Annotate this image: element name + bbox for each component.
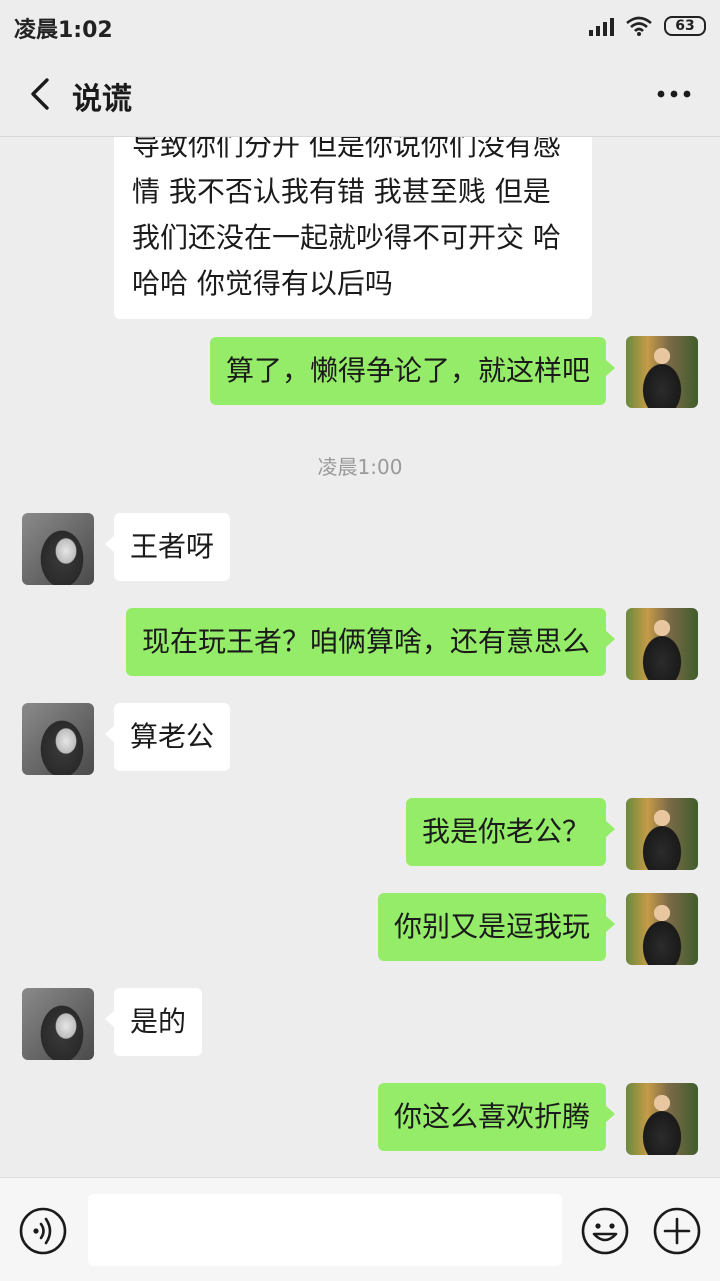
message-input[interactable] <box>88 1194 562 1266</box>
emoji-icon <box>581 1207 629 1255</box>
more-functions-button[interactable] <box>652 1206 702 1256</box>
nav-bar: 说谎 <box>0 52 720 137</box>
voice-icon <box>19 1207 67 1255</box>
contact-avatar[interactable] <box>22 513 94 585</box>
message-incoming[interactable]: 王者呀 <box>104 513 231 581</box>
my-avatar[interactable] <box>626 893 698 965</box>
status-time: 凌晨1:02 <box>14 18 113 43</box>
emoji-button[interactable] <box>580 1206 630 1256</box>
chevron-left-icon <box>31 78 49 110</box>
signal-icon <box>589 16 614 36</box>
battery-icon: 63 <box>664 16 706 36</box>
my-avatar[interactable] <box>626 608 698 680</box>
back-button[interactable] <box>18 70 62 118</box>
more-dots-icon <box>657 90 691 98</box>
contact-avatar[interactable] <box>22 703 94 775</box>
message-incoming[interactable]: 导致你们分开 但是你说你们没有感情 我不否认我有错 我甚至贱 但是我们还没在一起… <box>114 137 592 319</box>
status-bar: 凌晨1:02 63 <box>0 0 720 52</box>
input-bar <box>0 1177 720 1281</box>
message-outgoing[interactable]: 我是你老公？ <box>405 798 616 866</box>
my-avatar[interactable] <box>626 1083 698 1155</box>
contact-avatar[interactable] <box>22 988 94 1060</box>
voice-button[interactable] <box>18 1206 68 1256</box>
status-icons: 63 <box>589 14 706 38</box>
message-outgoing[interactable]: 现在玩王者？咱俩算啥，还有意思么 <box>125 608 616 676</box>
message-outgoing[interactable]: 算了，懒得争论了，就这样吧 <box>209 337 616 405</box>
timestamp: 凌晨1:00 <box>317 455 403 479</box>
wifi-icon <box>626 16 652 36</box>
plus-icon <box>653 1207 701 1255</box>
message-incoming[interactable]: 是的 <box>104 988 203 1056</box>
more-button[interactable] <box>650 74 698 114</box>
chat-area[interactable]: 导致你们分开 但是你说你们没有感情 我不否认我有错 我甚至贱 但是我们还没在一起… <box>0 137 720 1177</box>
my-avatar[interactable] <box>626 798 698 870</box>
my-avatar[interactable] <box>626 336 698 408</box>
page-title: 说谎 <box>72 82 132 117</box>
message-outgoing[interactable]: 你这么喜欢折腾 <box>377 1083 616 1151</box>
message-incoming[interactable]: 算老公 <box>104 703 231 771</box>
message-outgoing[interactable]: 你别又是逗我玩 <box>377 893 616 961</box>
